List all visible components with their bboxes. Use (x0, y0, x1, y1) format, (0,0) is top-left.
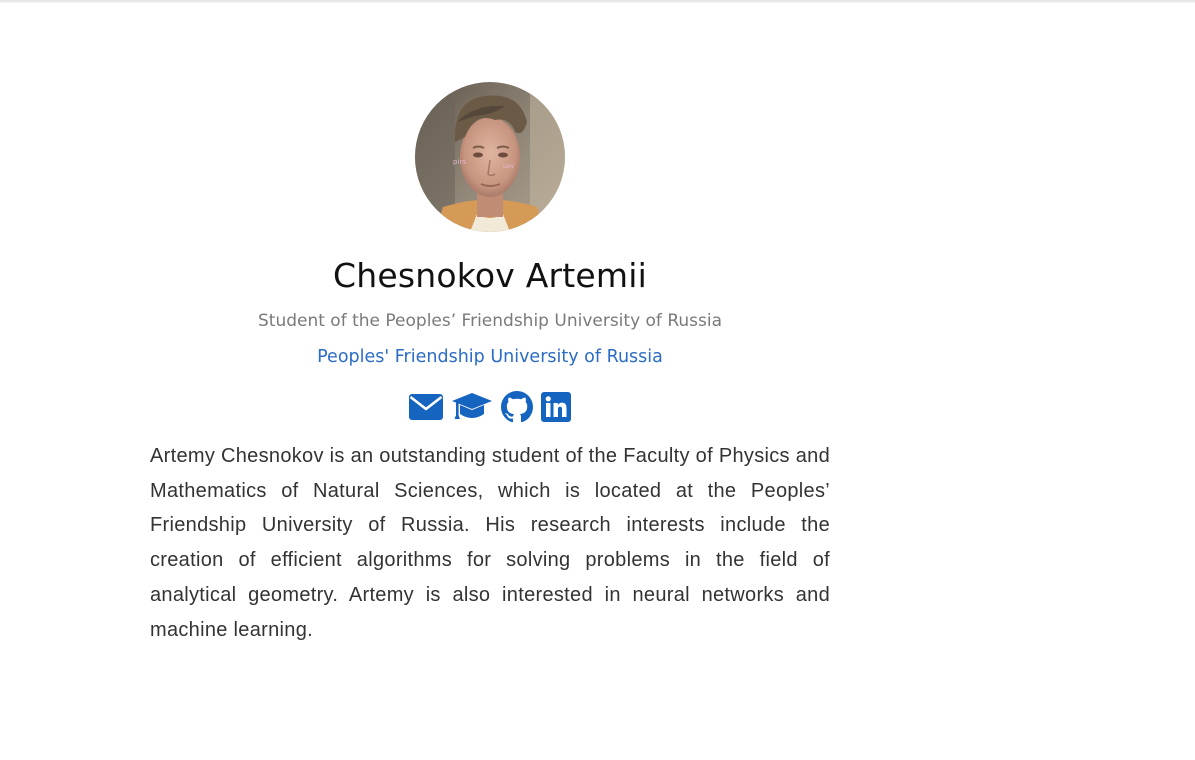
avatar-photo: pirs uov (415, 82, 565, 232)
linkedin-icon (541, 392, 571, 422)
svg-text:uov: uov (503, 163, 514, 170)
google-scholar-link[interactable] (451, 392, 493, 422)
profile-name: Chesnokov Artemii (333, 256, 647, 295)
profile-card: pirs uov Chesnokov Artemii Student of th… (150, 82, 830, 647)
github-link[interactable] (501, 391, 533, 423)
affiliation-link[interactable]: Peoples' Friendship University of Russia (150, 344, 830, 370)
top-bar-shadow (0, 0, 1195, 3)
envelope-icon (409, 394, 443, 420)
social-links (150, 390, 830, 424)
profile-bio: Artemy Chesnokov is an outstanding stude… (150, 445, 830, 641)
graduation-cap-icon (452, 393, 492, 419)
linkedin-link[interactable] (541, 392, 571, 422)
svg-text:pirs: pirs (453, 158, 466, 166)
profile-position: Student of the Peoples’ Friendship Unive… (257, 311, 722, 331)
avatar: pirs uov (415, 82, 565, 232)
github-icon (501, 391, 533, 423)
email-link[interactable] (409, 394, 443, 420)
